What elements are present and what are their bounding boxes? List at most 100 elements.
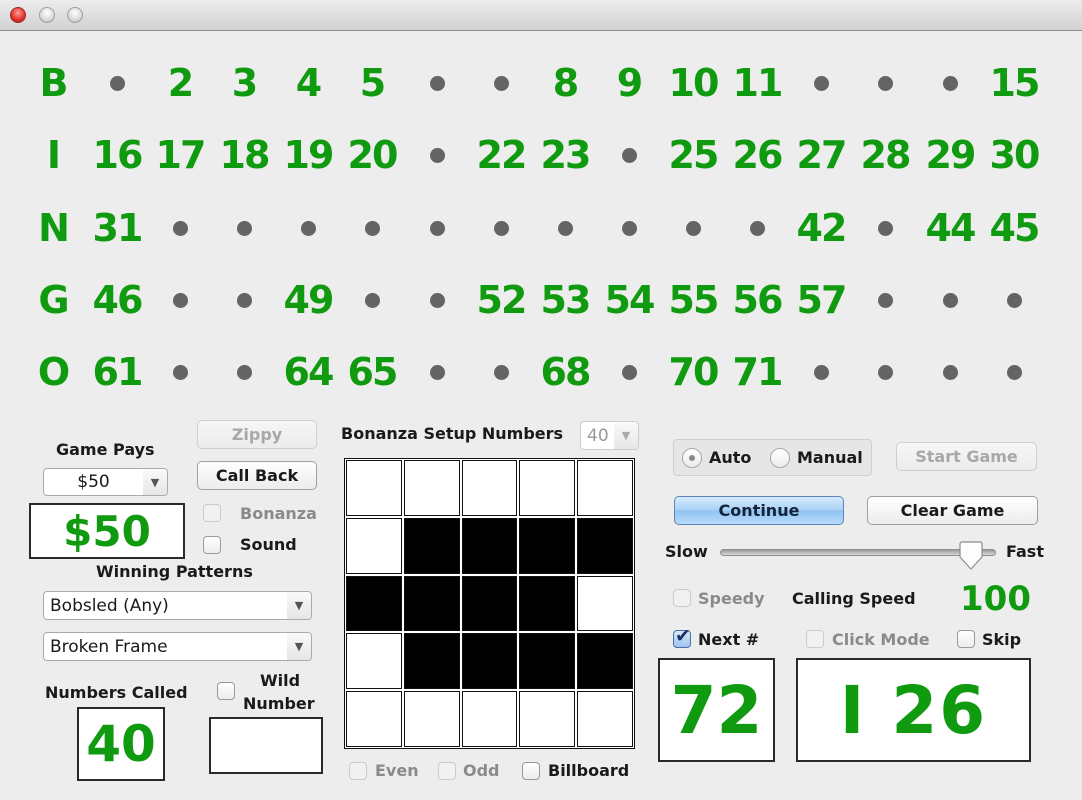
board-letter-n: N [38, 206, 70, 250]
board-called-number: 42 [796, 206, 848, 250]
even-checkbox[interactable] [349, 762, 367, 780]
uncalled-dot-icon [749, 220, 765, 236]
next-number-checkbox[interactable] [673, 625, 691, 648]
pattern-cell[interactable] [403, 575, 460, 632]
odd-checkbox[interactable] [438, 762, 456, 780]
board-uncalled-slot [405, 198, 469, 258]
board-uncalled-slot [469, 53, 533, 113]
board-uncalled-slot [789, 53, 853, 113]
pattern-cell[interactable] [346, 575, 402, 632]
next-number-label: Next # [698, 630, 760, 649]
pattern-cell[interactable] [461, 460, 518, 516]
pattern-cell[interactable] [519, 517, 576, 574]
uncalled-dot-icon [1006, 364, 1022, 380]
board-called-number: 9 [616, 61, 643, 105]
uncalled-dot-icon [1006, 292, 1022, 308]
game-pays-select[interactable]: $50 ▼ [43, 468, 168, 496]
skip-label: Skip [982, 630, 1022, 649]
uncalled-dot-icon [236, 292, 252, 308]
pattern-cell[interactable] [577, 460, 633, 516]
skip-checkbox[interactable] [957, 630, 975, 648]
wild-number-field[interactable] [209, 717, 323, 774]
pattern-cell[interactable] [346, 517, 402, 574]
board-called-number: 57 [796, 278, 848, 322]
board-called-number: 2 [167, 61, 194, 105]
speed-slider-thumb[interactable] [958, 541, 984, 571]
game-pays-label: Game Pays [56, 440, 155, 459]
window-close-button[interactable] [10, 7, 26, 23]
speedy-checkbox[interactable] [673, 589, 691, 607]
pattern-cell[interactable] [519, 460, 576, 516]
board-called-number: 61 [92, 350, 144, 394]
pattern-cell[interactable] [519, 633, 576, 690]
uncalled-dot-icon [429, 147, 445, 163]
auto-radio[interactable] [682, 448, 702, 468]
board-called-number: 31 [92, 206, 144, 250]
board-uncalled-slot [597, 342, 661, 402]
window-maximize-button[interactable] [67, 7, 83, 23]
uncalled-dot-icon [942, 75, 958, 91]
pattern-cell[interactable] [519, 691, 576, 747]
wild-number-checkbox[interactable] [217, 682, 235, 700]
board-uncalled-slot [340, 270, 404, 330]
window-minimize-button[interactable] [39, 7, 55, 23]
continue-button[interactable]: Continue [674, 496, 844, 525]
pattern-cell[interactable] [577, 633, 633, 690]
bonanza-checkbox[interactable] [203, 504, 221, 522]
pattern-cell[interactable] [403, 691, 460, 747]
number-label: Number [243, 694, 315, 713]
uncalled-dot-icon [429, 292, 445, 308]
sound-checkbox[interactable] [203, 536, 221, 554]
billboard-label: Billboard [548, 761, 630, 780]
click-mode-checkbox[interactable] [806, 630, 824, 648]
pattern-cell[interactable] [461, 517, 518, 574]
winning-patterns-label: Winning Patterns [96, 562, 253, 581]
board-uncalled-slot [340, 198, 404, 258]
pattern-cell[interactable] [403, 460, 460, 516]
pattern-select-1[interactable]: Bobsled (Any) ▼ [43, 591, 312, 620]
pattern-cell[interactable] [346, 691, 402, 747]
pattern-select-2[interactable]: Broken Frame ▼ [43, 632, 312, 661]
board-uncalled-slot [725, 198, 789, 258]
game-pays-display: $50 [29, 503, 185, 559]
pattern-cell[interactable] [461, 691, 518, 747]
pattern-cell[interactable] [346, 633, 402, 690]
board-called-number: 25 [668, 133, 720, 177]
board-called-number: 49 [283, 278, 335, 322]
start-game-button[interactable]: Start Game [896, 442, 1037, 471]
window-titlebar [0, 0, 1082, 31]
pattern-cell[interactable] [461, 633, 518, 690]
board-uncalled-slot [85, 53, 149, 113]
manual-radio[interactable] [770, 448, 790, 468]
board-uncalled-slot [661, 198, 725, 258]
pattern-cell[interactable] [519, 575, 576, 632]
uncalled-dot-icon [493, 364, 509, 380]
bonanza-setup-select[interactable]: 40 ▼ [580, 421, 639, 450]
clear-game-button[interactable]: Clear Game [867, 496, 1038, 525]
board-called-number: 53 [540, 278, 592, 322]
pattern-cell[interactable] [577, 691, 633, 747]
pattern-cell[interactable] [346, 460, 402, 516]
pattern-cell[interactable] [577, 575, 633, 632]
pattern-cell[interactable] [461, 575, 518, 632]
board-called-number: 23 [540, 133, 592, 177]
speedy-label: Speedy [698, 589, 765, 608]
bingo-board: B 2 3 4 5 8 9 10 11 15 I 16 17 18 19 20 22 23 25 26 27 28 29 30… [0, 31, 1082, 411]
speed-slider-track[interactable] [720, 549, 996, 556]
calling-speed-label: Calling Speed [792, 589, 916, 608]
board-called-number: 22 [476, 133, 528, 177]
uncalled-dot-icon [429, 220, 445, 236]
board-called-number: 5 [359, 61, 386, 105]
zippy-button[interactable]: Zippy [197, 420, 317, 449]
billboard-checkbox[interactable] [522, 762, 540, 780]
call-back-button[interactable]: Call Back [197, 461, 317, 490]
pattern-cell[interactable] [403, 517, 460, 574]
pattern-cell[interactable] [577, 517, 633, 574]
chevron-down-icon: ▼ [143, 469, 167, 495]
board-uncalled-slot [212, 198, 276, 258]
board-uncalled-slot [148, 198, 212, 258]
board-uncalled-slot [469, 342, 533, 402]
board-called-number: 44 [925, 206, 977, 250]
board-called-number: 65 [347, 350, 399, 394]
pattern-cell[interactable] [403, 633, 460, 690]
